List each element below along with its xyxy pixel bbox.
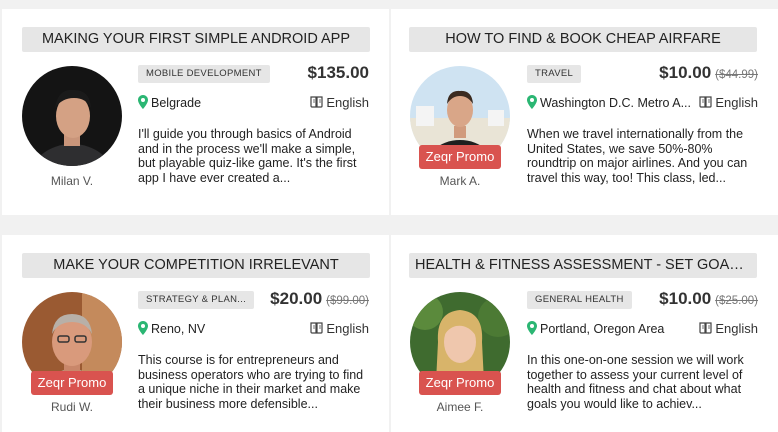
language: English — [310, 321, 369, 336]
tutor-avatar[interactable] — [22, 66, 122, 166]
course-description: I'll guide you through basics of Android… — [138, 127, 357, 185]
location-text: Portland, Oregon Area — [540, 322, 665, 336]
location: Belgrade — [138, 95, 201, 110]
book-icon — [699, 96, 712, 108]
category-tag[interactable]: STRATEGY & PLAN... — [138, 291, 255, 309]
category-tag[interactable]: MOBILE DEVELOPMENT — [138, 65, 270, 83]
map-pin-icon — [138, 321, 148, 335]
original-price: ($99.00) — [326, 295, 369, 307]
price-block: $20.00 ($99.00) — [270, 289, 369, 309]
price-block: $10.00 ($44.99) — [659, 63, 758, 83]
location: Washington D.C. Metro A... — [527, 95, 691, 110]
course-description: In this one-on-one session we will work … — [527, 353, 744, 411]
course-title[interactable]: HEALTH & FITNESS ASSESSMENT - SET GOALS … — [409, 253, 757, 278]
category-tag[interactable]: GENERAL HEALTH — [527, 291, 632, 309]
price: $10.00 — [659, 289, 712, 308]
language-text: English — [326, 321, 369, 336]
course-title[interactable]: MAKE YOUR COMPETITION IRRELEVANT — [22, 253, 370, 278]
course-description: This course is for entrepreneurs and bus… — [138, 353, 364, 411]
book-icon — [699, 322, 712, 334]
course-title[interactable]: HOW TO FIND & BOOK CHEAP AIRFARE — [409, 27, 757, 52]
course-title[interactable]: MAKING YOUR FIRST SIMPLE ANDROID APP — [22, 27, 370, 52]
price: $135.00 — [307, 63, 369, 82]
language-text: English — [715, 95, 758, 110]
tutor-name[interactable]: Milan V. — [22, 174, 122, 188]
language-text: English — [326, 95, 369, 110]
course-card[interactable]: HEALTH & FITNESS ASSESSMENT - SET GOALS … — [391, 235, 778, 432]
course-grid: MAKING YOUR FIRST SIMPLE ANDROID APP Mil… — [0, 0, 778, 432]
promo-badge: Zeqr Promo — [419, 145, 501, 169]
language: English — [699, 321, 758, 336]
original-price: ($25.00) — [715, 295, 758, 307]
tutor-name[interactable]: Rudi W. — [22, 400, 122, 414]
promo-badge: Zeqr Promo — [419, 371, 501, 395]
book-icon — [310, 96, 323, 108]
course-description: When we travel internationally from the … — [527, 127, 748, 185]
location-text: Belgrade — [151, 96, 202, 110]
course-card[interactable]: MAKE YOUR COMPETITION IRRELEVANT Zeqr Pr… — [2, 235, 389, 432]
price-block: $10.00 ($25.00) — [659, 289, 758, 309]
location-text: Washington D.C. Metro A... — [540, 96, 691, 110]
price: $10.00 — [659, 63, 712, 82]
course-card[interactable]: MAKING YOUR FIRST SIMPLE ANDROID APP Mil… — [2, 9, 389, 215]
map-pin-icon — [138, 95, 148, 109]
location: Reno, NV — [138, 321, 205, 336]
language: English — [310, 95, 369, 110]
language-text: English — [715, 321, 758, 336]
map-pin-icon — [527, 95, 537, 109]
tutor-name[interactable]: Aimee F. — [410, 400, 510, 414]
price-block: $135.00 — [308, 63, 369, 83]
map-pin-icon — [527, 321, 537, 335]
price: $20.00 — [270, 289, 323, 308]
original-price: ($44.99) — [715, 69, 758, 81]
language: English — [699, 95, 758, 110]
location-text: Reno, NV — [151, 322, 206, 336]
book-icon — [310, 322, 323, 334]
location: Portland, Oregon Area — [527, 321, 664, 336]
category-tag[interactable]: TRAVEL — [527, 65, 582, 83]
promo-badge: Zeqr Promo — [31, 371, 113, 395]
tutor-name[interactable]: Mark A. — [410, 174, 510, 188]
course-card[interactable]: HOW TO FIND & BOOK CHEAP AIRFARE Zeqr Pr… — [391, 9, 778, 215]
